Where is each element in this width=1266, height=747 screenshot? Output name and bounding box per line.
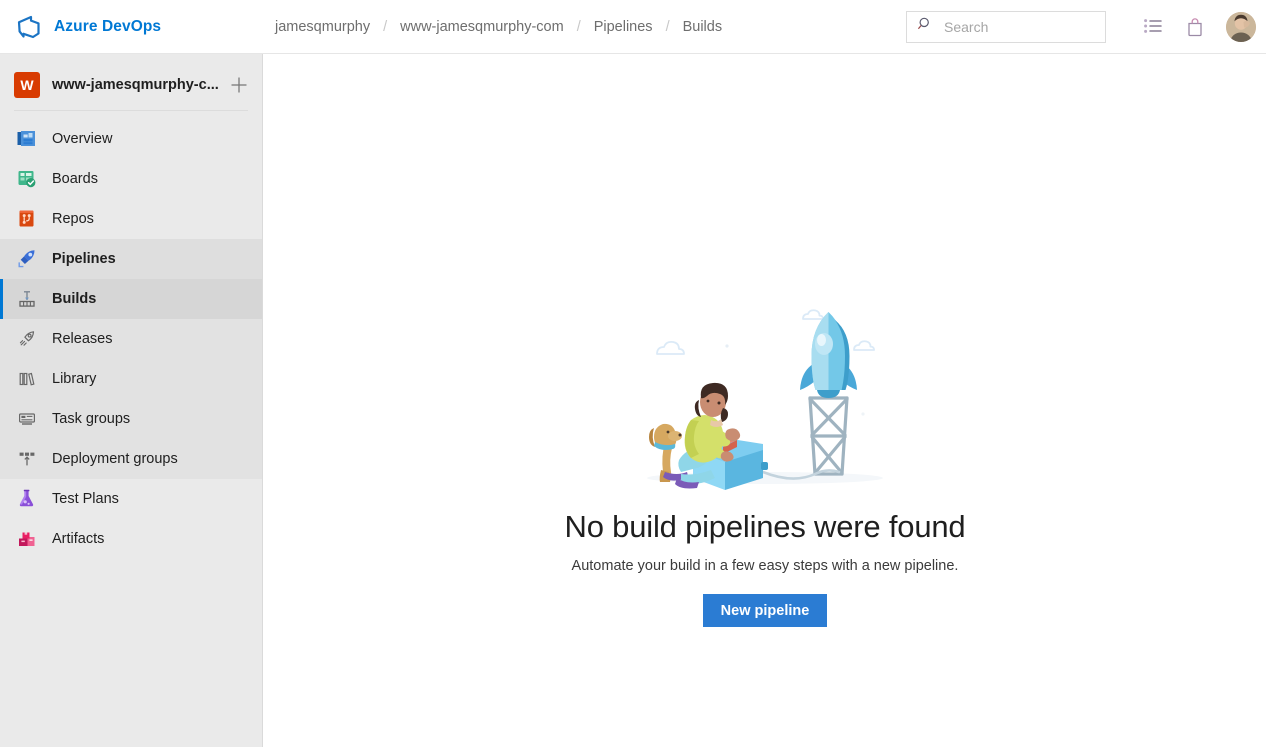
empty-state-subtitle: Automate your build in a few easy steps … [572, 558, 959, 574]
breadcrumb-item-pipelines[interactable]: Pipelines [592, 19, 655, 35]
empty-state-title: No build pipelines were found [565, 509, 966, 545]
breadcrumb-item-builds[interactable]: Builds [681, 19, 725, 35]
main-content: No build pipelines were found Automate y… [264, 54, 1266, 747]
project-name: www-jamesqmurphy-c... [52, 77, 226, 93]
search-icon [917, 16, 933, 37]
sidebar-item-artifacts[interactable]: Artifacts [0, 519, 262, 559]
sidebar-item-repos[interactable]: Repos [0, 199, 262, 239]
brand-home-link[interactable]: Azure DevOps [0, 0, 263, 54]
work-items-icon[interactable] [1136, 10, 1170, 44]
sidebar-item-label: Releases [52, 331, 112, 347]
task-groups-icon [14, 406, 40, 432]
sidebar-item-task-groups[interactable]: Task groups [0, 399, 262, 439]
top-bar-actions [906, 0, 1266, 54]
sidebar-item-builds[interactable]: Builds [0, 279, 262, 319]
builds-icon [14, 286, 40, 312]
sidebar-item-label: Repos [52, 211, 94, 227]
new-pipeline-button[interactable]: New pipeline [703, 594, 828, 627]
sidebar-item-label: Pipelines [52, 251, 116, 267]
sidebar-item-label: Builds [52, 291, 96, 307]
repos-icon [14, 206, 40, 232]
sidebar-item-library[interactable]: Library [0, 359, 262, 399]
azure-devops-logo-icon [14, 12, 44, 42]
breadcrumb-separator: / [372, 19, 398, 35]
sidebar-item-overview[interactable]: Overview [0, 119, 262, 159]
search-input[interactable] [942, 12, 1092, 42]
sidebar-item-test-plans[interactable]: Test Plans [0, 479, 262, 519]
search-box[interactable] [906, 11, 1106, 43]
sidebar-item-releases[interactable]: Releases [0, 319, 262, 359]
sidebar-divider [14, 110, 248, 111]
pipelines-icon [14, 246, 40, 272]
sidebar-item-deployment-groups[interactable]: Deployment groups [0, 439, 262, 479]
sidebar-item-label: Boards [52, 171, 98, 187]
sidebar-item-boards[interactable]: Boards [0, 159, 262, 199]
marketplace-bag-icon[interactable] [1178, 10, 1212, 44]
breadcrumb-item-project[interactable]: www-jamesqmurphy-com [398, 19, 566, 35]
rocket-launch-illustration [635, 302, 895, 497]
boards-icon [14, 166, 40, 192]
sidebar-item-pipelines[interactable]: Pipelines [0, 239, 262, 279]
overview-icon [14, 126, 40, 152]
sidebar-item-label: Artifacts [52, 531, 104, 547]
breadcrumb-item-organization[interactable]: jamesqmurphy [273, 19, 372, 35]
plus-icon[interactable] [226, 72, 252, 98]
brand-title: Azure DevOps [54, 18, 161, 36]
user-avatar[interactable] [1226, 12, 1256, 42]
sidebar-item-label: Library [52, 371, 96, 387]
sidebar-item-label: Test Plans [52, 491, 119, 507]
test-plans-icon [14, 486, 40, 512]
breadcrumb-separator: / [566, 19, 592, 35]
releases-rocket-icon [14, 326, 40, 352]
top-bar: Azure DevOps jamesqmurphy / www-jamesqmu… [0, 0, 1266, 54]
project-header[interactable]: W www-jamesqmurphy-c... [0, 62, 262, 108]
breadcrumb: jamesqmurphy / www-jamesqmurphy-com / Pi… [273, 19, 724, 35]
sidebar-item-label: Deployment groups [52, 451, 178, 467]
sidebar-item-label: Task groups [52, 411, 130, 427]
breadcrumb-separator: / [655, 19, 681, 35]
sidebar-subnav-pipelines: Builds Releases Library [0, 279, 262, 479]
sidebar-item-label: Overview [52, 131, 112, 147]
artifacts-icon [14, 526, 40, 552]
sidebar: W www-jamesqmurphy-c... Overview [0, 54, 263, 747]
deployment-groups-icon [14, 446, 40, 472]
project-avatar: W [14, 72, 40, 98]
library-icon [14, 366, 40, 392]
